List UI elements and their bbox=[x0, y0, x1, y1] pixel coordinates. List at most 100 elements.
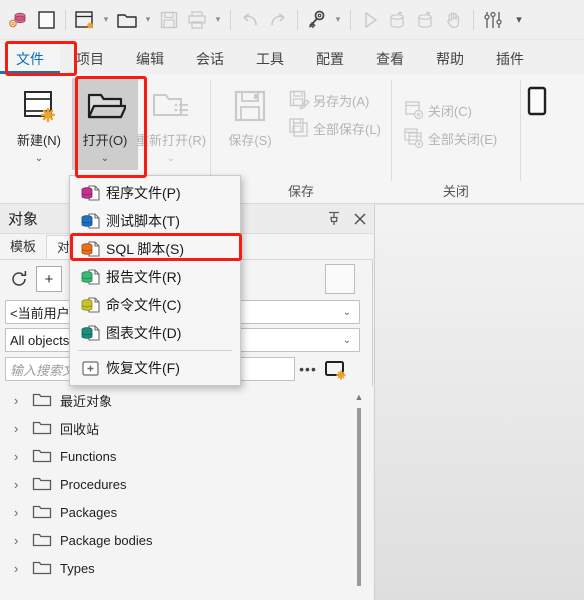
panel-title: 对象 bbox=[8, 211, 39, 228]
pin-icon[interactable] bbox=[321, 206, 347, 232]
new-window-blank-icon[interactable] bbox=[32, 5, 60, 35]
toolbar-separator-4 bbox=[350, 9, 351, 30]
command-file-icon bbox=[76, 295, 106, 315]
tab-project[interactable]: 项目 bbox=[60, 44, 120, 74]
save-as-icon bbox=[287, 89, 311, 111]
close-small-buttons: 关闭(C) 全部关闭(E) bbox=[398, 78, 501, 152]
preferences-sliders-icon[interactable] bbox=[479, 5, 507, 35]
tab-session[interactable]: 会话 bbox=[180, 44, 240, 74]
menu-item-command-file[interactable]: 命令文件(C) bbox=[70, 291, 240, 319]
chevron-right-icon[interactable]: › bbox=[14, 449, 32, 464]
chevron-right-icon[interactable]: › bbox=[14, 477, 32, 492]
toolbar-separator bbox=[65, 9, 66, 30]
close-icon[interactable] bbox=[347, 206, 373, 232]
tree-item-label: Package bodies bbox=[60, 532, 153, 548]
rollback-icon bbox=[412, 5, 440, 35]
chevron-right-icon[interactable]: › bbox=[14, 533, 32, 548]
open-button-label: 打开(O) bbox=[82, 133, 128, 148]
key-dropdown-caret[interactable]: ▾ bbox=[331, 5, 345, 35]
close-all-button: 全部关闭(E) bbox=[398, 124, 501, 152]
folder-icon bbox=[32, 476, 58, 492]
test-script-file-icon bbox=[76, 211, 106, 231]
report-file-icon bbox=[76, 267, 106, 287]
open-folder-icon[interactable] bbox=[113, 5, 141, 35]
tree-item-label: Procedures bbox=[60, 476, 127, 492]
save-all-label: 全部保存(L) bbox=[313, 121, 381, 137]
new-button[interactable]: 新建(N) ⌄ bbox=[6, 78, 72, 170]
more-options-button[interactable]: ••• bbox=[295, 357, 321, 381]
save-as-label: 另存为(A) bbox=[313, 93, 370, 109]
toolbar-separator-5 bbox=[473, 9, 474, 30]
new-window-dropdown-caret[interactable]: ▾ bbox=[99, 5, 113, 35]
tree-item-procedures[interactable]: › Procedures bbox=[0, 470, 373, 498]
refresh-icon[interactable] bbox=[6, 266, 32, 292]
tree-item-label: Types bbox=[60, 560, 95, 576]
tree-item-recent-objects[interactable]: › 最近对象 bbox=[0, 386, 373, 414]
print-dropdown-caret: ▾ bbox=[215, 14, 221, 24]
close-window-icon bbox=[402, 99, 426, 121]
menu-item-sql-script[interactable]: SQL 脚本(S) bbox=[70, 235, 240, 263]
tree-item-label: Packages bbox=[60, 504, 118, 520]
chevron-right-icon[interactable]: › bbox=[14, 421, 32, 436]
close-button: 关闭(C) bbox=[398, 96, 501, 124]
tree-item-types[interactable]: › Types bbox=[0, 554, 373, 582]
open-button-dropdown-caret[interactable]: ⌄ bbox=[101, 153, 109, 164]
chevron-right-icon[interactable]: › bbox=[14, 561, 32, 576]
tab-view[interactable]: 查看 bbox=[360, 44, 420, 74]
tree-item-functions[interactable]: › Functions bbox=[0, 442, 373, 470]
folder-icon bbox=[32, 560, 58, 576]
save-small-buttons: 另存为(A) 全部保存(L) bbox=[283, 78, 385, 142]
recover-file-icon bbox=[76, 358, 106, 378]
undo-icon bbox=[236, 5, 264, 35]
reopen-folder-icon bbox=[149, 84, 193, 128]
open-dropdown-menu: 程序文件(P) 测试脚本(T) SQL 脚本(S) 报告文件(R) 命令文件(C… bbox=[69, 175, 241, 386]
open-folder-icon bbox=[84, 84, 126, 128]
new-window-icon[interactable] bbox=[71, 5, 99, 35]
menu-item-report-file[interactable]: 报告文件(R) bbox=[70, 263, 240, 291]
overflow-partial-icon bbox=[527, 84, 549, 126]
application-window: ▾ ▾ ▾ ▾ ▾ 文件 项目 编辑 会话 工具 配置 查看 帮助 插件 新建(… bbox=[0, 0, 584, 600]
menu-item-diagram-file[interactable]: 图表文件(D) bbox=[70, 319, 240, 347]
toolbar-overflow-caret[interactable]: ▾ bbox=[507, 5, 531, 35]
tree-item-package-bodies[interactable]: › Package bodies bbox=[0, 526, 373, 554]
tab-configure[interactable]: 配置 bbox=[300, 44, 360, 74]
connections-icon[interactable] bbox=[4, 5, 32, 35]
ribbon-tab-bar: 文件 项目 编辑 会话 工具 配置 查看 帮助 插件 bbox=[0, 40, 584, 74]
new-button-dropdown-caret[interactable]: ⌄ bbox=[35, 153, 43, 164]
tree-item-recycle-bin[interactable]: › 回收站 bbox=[0, 414, 373, 442]
key-icon[interactable] bbox=[303, 5, 331, 35]
new-window-icon[interactable] bbox=[321, 357, 351, 381]
tab-plugins[interactable]: 插件 bbox=[480, 44, 540, 74]
close-all-label: 全部关闭(E) bbox=[427, 131, 498, 147]
folder-icon bbox=[32, 504, 58, 520]
tree-item-label: Functions bbox=[60, 448, 117, 464]
folder-icon bbox=[32, 392, 58, 408]
tab-help[interactable]: 帮助 bbox=[420, 44, 480, 74]
tab-file[interactable]: 文件 bbox=[0, 44, 60, 74]
save-all-button: 全部保存(L) bbox=[283, 114, 385, 142]
tab-tools[interactable]: 工具 bbox=[240, 44, 300, 74]
menu-item-label: 恢复文件(F) bbox=[106, 360, 180, 376]
chevron-right-icon[interactable]: › bbox=[14, 393, 32, 408]
panel-tab-templates[interactable]: 模板 bbox=[0, 235, 46, 259]
tree-item-packages[interactable]: › Packages bbox=[0, 498, 373, 526]
program-file-icon bbox=[76, 183, 106, 203]
add-icon[interactable]: + bbox=[36, 266, 62, 292]
menu-item-recover-file[interactable]: 恢复文件(F) bbox=[70, 354, 240, 382]
menu-item-program-file[interactable]: 程序文件(P) bbox=[70, 179, 240, 207]
folder-icon bbox=[32, 420, 58, 436]
open-dropdown-caret[interactable]: ▾ bbox=[141, 5, 155, 35]
scrollbar-thumb[interactable] bbox=[357, 408, 361, 586]
save-as-button: 另存为(A) bbox=[283, 86, 385, 114]
chevron-right-icon[interactable]: › bbox=[14, 505, 32, 520]
open-button[interactable]: 打开(O) ⌄ bbox=[72, 78, 138, 170]
scroll-up-arrow-icon[interactable]: ▲ bbox=[352, 390, 366, 404]
new-button-label: 新建(N) bbox=[16, 133, 62, 148]
sql-script-file-icon bbox=[76, 239, 106, 259]
toolbar-separator-2 bbox=[230, 9, 231, 30]
close-label: 关闭(C) bbox=[427, 103, 472, 119]
menu-item-test-script[interactable]: 测试脚本(T) bbox=[70, 207, 240, 235]
quick-access-toolbar: ▾ ▾ ▾ ▾ ▾ bbox=[0, 0, 584, 40]
tree-vertical-scrollbar[interactable]: ▲ bbox=[352, 390, 366, 596]
tab-edit[interactable]: 编辑 bbox=[120, 44, 180, 74]
